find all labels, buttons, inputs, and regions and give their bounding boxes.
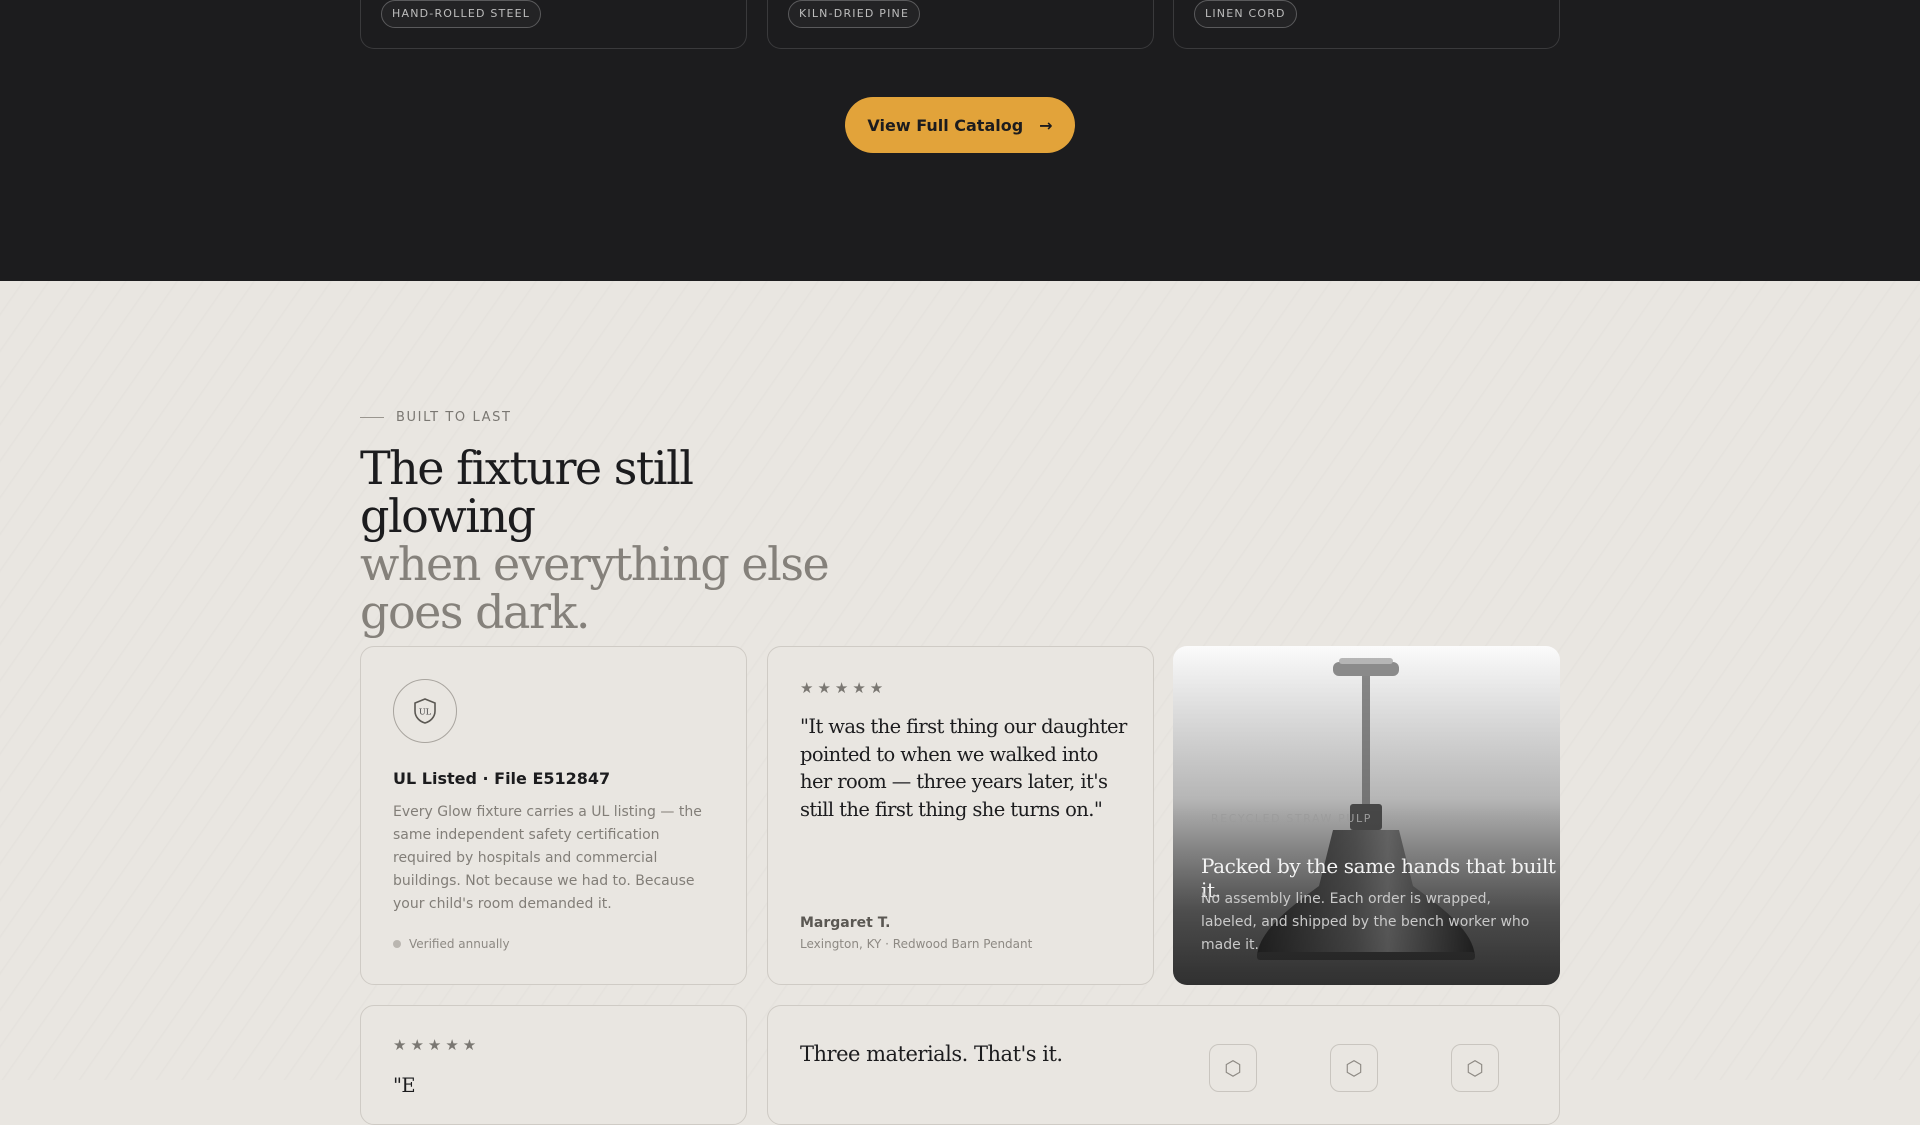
material-tag: LINEN CORD: [1194, 0, 1297, 28]
star-rating-icon: ★★★★★: [393, 1036, 481, 1054]
hexagon-icon: ⬡: [1330, 1044, 1378, 1092]
packing-body: No assembly line. Each order is wrapped,…: [1201, 891, 1530, 953]
packing-eyebrow: RECYCLED STRAW PULP: [1211, 812, 1372, 825]
review-quote: "E: [393, 1074, 416, 1097]
material-card-steel: HAND-ROLLED STEEL: [360, 0, 747, 49]
eyebrow-label: BUILT TO LAST: [396, 410, 512, 425]
eyebrow-divider: [360, 417, 384, 418]
materials-card: Three materials. That's it. ⬡ ⬡ ⬡: [767, 1005, 1560, 1125]
materials-title: Three materials. That's it.: [800, 1042, 1063, 1066]
ul-listed-card: UL UL Listed · File E512847 Every Glow f…: [360, 646, 747, 985]
hexagon-icon: ⬡: [1209, 1044, 1257, 1092]
hexagon-icon: ⬡: [1451, 1044, 1499, 1092]
material-tag: KILN-DRIED PINE: [788, 0, 921, 28]
review-card: ★★★★★ "E: [360, 1005, 747, 1125]
packing-image-card: RECYCLED STRAW PULP Packed by the same h…: [1173, 646, 1560, 985]
arrow-right-icon: →: [1039, 115, 1053, 135]
ul-card-title: UL Listed · File E512847: [393, 769, 611, 788]
title-line-1: The fixture still glowing: [360, 441, 694, 543]
review-quote: "It was the first thing our daughter poi…: [800, 715, 1127, 821]
review-author: Margaret T.: [800, 915, 891, 931]
title-line-2: when everything else goes dark.: [360, 537, 830, 639]
verified-label: Verified annually: [409, 937, 510, 951]
review-card: ★★★★★ "It was the first thing our daught…: [767, 646, 1154, 985]
material-card-linen: LINEN CORD: [1173, 0, 1560, 49]
material-tag: HAND-ROLLED STEEL: [381, 0, 542, 28]
verified-note: Verified annually: [393, 937, 510, 951]
ul-card-body: Every Glow fixture carries a UL listing …: [393, 804, 702, 912]
ul-badge-text: UL: [419, 708, 432, 717]
dark-section: HAND-ROLLED STEEL KILN-DRIED PINE LINEN …: [0, 0, 1920, 281]
view-full-catalog-button[interactable]: View Full Catalog →: [845, 97, 1075, 153]
review-author-meta: Lexington, KY · Redwood Barn Pendant: [800, 937, 1033, 951]
section-eyebrow: BUILT TO LAST: [360, 410, 512, 425]
section-title: The fixture still glowing when everythin…: [360, 444, 880, 636]
cta-label: View Full Catalog: [867, 115, 1024, 135]
status-dot-icon: [393, 940, 401, 948]
material-card-pine: KILN-DRIED PINE: [767, 0, 1154, 49]
star-rating-icon: ★★★★★: [800, 679, 888, 697]
ul-shield-icon: UL: [393, 679, 457, 743]
